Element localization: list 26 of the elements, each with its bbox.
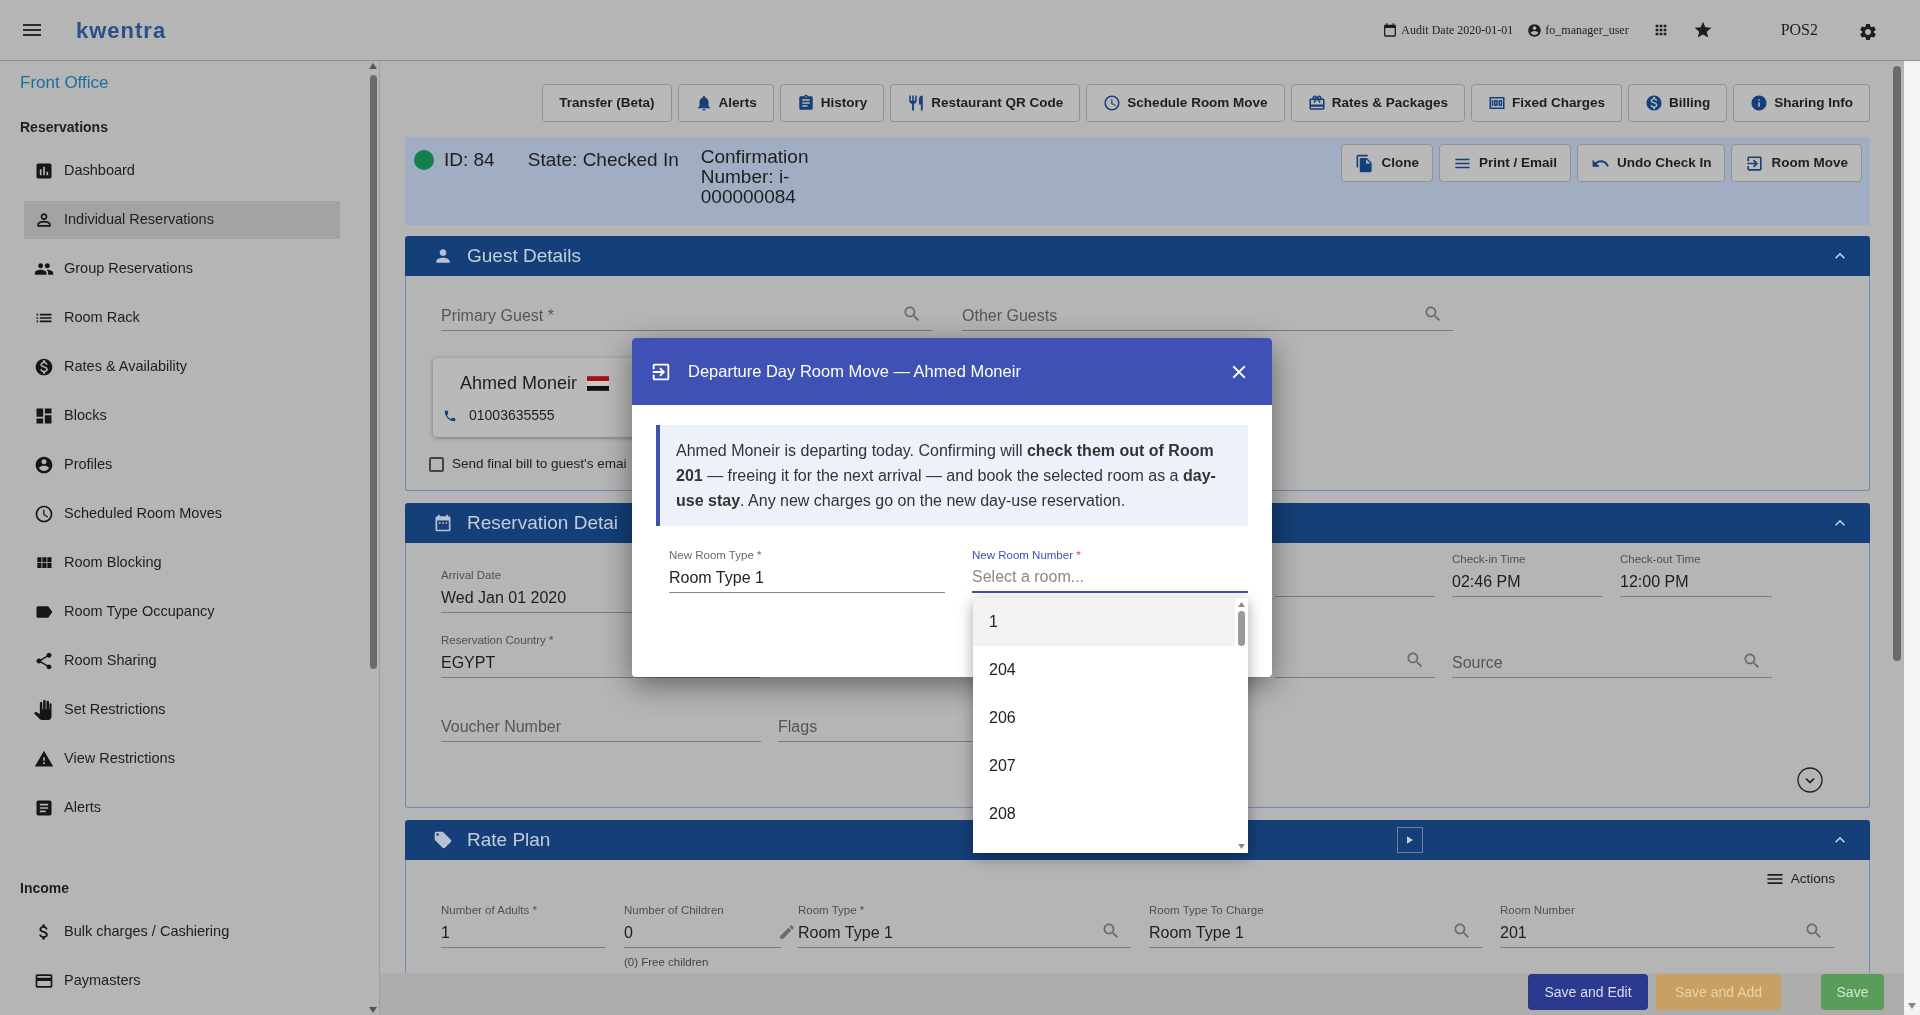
field-label: Number of Children xyxy=(624,903,724,919)
section-title: Rate Plan xyxy=(467,827,551,852)
field-label: Arrival Date xyxy=(441,568,502,583)
guest-name: Ahmed Moneir xyxy=(460,372,578,395)
reservation-id: ID: 84 xyxy=(444,148,495,172)
field-label: New Room Number xyxy=(972,549,1073,561)
section-title: Guest Details xyxy=(467,243,582,268)
field-label: Room Type * xyxy=(798,903,865,919)
guest-phone: 01003635555 xyxy=(469,406,555,425)
required-mark: * xyxy=(1076,549,1081,561)
sidebar-title: Front Office xyxy=(20,72,110,94)
reservation-state: State: Checked In xyxy=(527,148,679,172)
confirmation-number: Confirmation Number: i-000000084 xyxy=(700,147,810,207)
audit-date: Audit Date 2020-01-01 xyxy=(1401,22,1514,39)
field-label: New Room Type * xyxy=(669,548,763,563)
info-message: Ahmed Moneir is departing today. Confirming will check them out of Room 201 — freeing it for the next arrival — and book the selected room as a day-use stay. Any new charges go on the new day-use reservation. xyxy=(656,425,1248,526)
section-heading: Reservations xyxy=(20,118,109,136)
field-label: Check-in Time xyxy=(1452,552,1526,567)
section-title: Reservation Detai xyxy=(467,510,619,535)
field-hint: (0) Free children xyxy=(624,955,710,971)
section-heading: Income xyxy=(20,879,70,897)
field-label: Reservation Country * xyxy=(441,633,554,648)
field-label: Room Type To Charge xyxy=(1149,903,1264,919)
field-label: Check-out Time xyxy=(1620,552,1701,567)
field-label: Room Number xyxy=(1500,903,1575,919)
field-label: Number of Adults * xyxy=(441,903,537,919)
